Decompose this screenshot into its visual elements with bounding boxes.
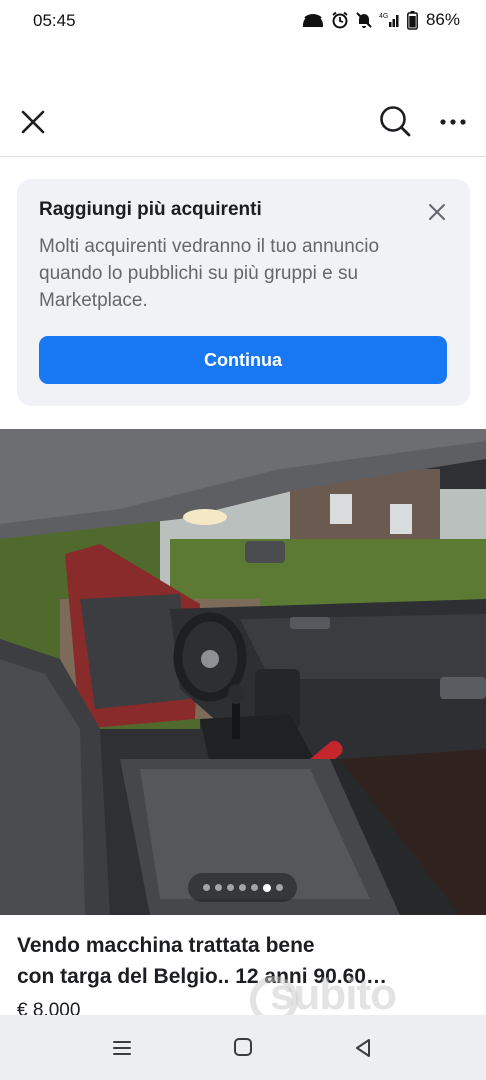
battery-percent: 86% [425, 10, 460, 29]
mute-icon [355, 11, 373, 29]
wifi-hotspot-icon [301, 11, 325, 29]
search-icon[interactable] [378, 104, 412, 138]
gallery-dot[interactable] [226, 884, 234, 891]
signal-4g-icon: 4G [379, 11, 401, 29]
promo-title: Raggiungi più acquirenti [39, 199, 262, 220]
continue-button[interactable]: Continua [39, 336, 447, 384]
status-icons: 4G 86% [301, 10, 460, 30]
status-time: 05:45 [33, 11, 76, 30]
listing-title-line-2: con targa del Belgio.. 12 anni 90.60… [17, 965, 387, 988]
car-interior-image [0, 429, 486, 915]
home-icon[interactable] [233, 1037, 253, 1057]
close-icon[interactable] [18, 107, 48, 137]
alarm-icon [331, 11, 349, 29]
battery-icon [407, 10, 418, 30]
gallery-dot[interactable] [202, 884, 210, 891]
header-divider [0, 156, 486, 157]
back-icon[interactable] [352, 1037, 374, 1059]
gallery-dot[interactable] [250, 884, 258, 891]
gallery-dot[interactable] [262, 883, 271, 892]
listing-title[interactable]: Vendo macchina trattata bene con targa d… [17, 930, 477, 992]
gallery-dot[interactable] [214, 884, 222, 891]
listing-photo[interactable] [0, 429, 486, 915]
recent-apps-icon[interactable] [111, 1037, 133, 1059]
promo-close-icon[interactable] [426, 201, 448, 223]
gallery-dot[interactable] [275, 884, 283, 891]
gallery-dot[interactable] [238, 884, 246, 891]
listing-title-line-1: Vendo macchina trattata bene [17, 934, 315, 957]
watermark: subito [270, 970, 397, 1019]
svg-text:4G: 4G [379, 13, 388, 20]
gallery-dots[interactable] [188, 873, 297, 902]
status-bar: 05:45 4G 86% [0, 0, 486, 42]
promo-body: Molti acquirenti vedranno il tuo annunci… [39, 236, 380, 311]
more-icon[interactable] [438, 107, 468, 137]
promo-card: Raggiungi più acquirenti Molti acquirent… [17, 179, 470, 406]
system-nav-bar [0, 1015, 486, 1080]
top-nav [0, 95, 486, 151]
